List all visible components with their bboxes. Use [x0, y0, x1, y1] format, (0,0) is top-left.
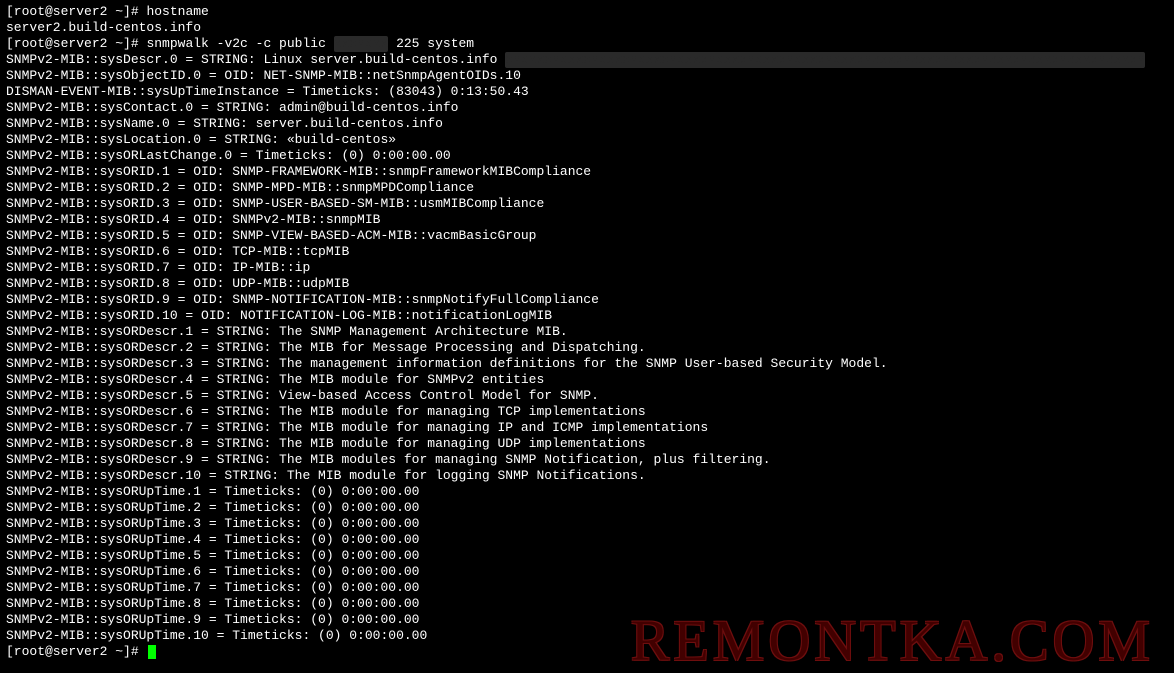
redacted-ip: xxxxxxx: [334, 36, 389, 52]
snmp-line: SNMPv2-MIB::sysORDescr.7 = STRING: The M…: [6, 420, 1168, 436]
snmp-line: SNMPv2-MIB::sysORID.2 = OID: SNMP-MPD-MI…: [6, 180, 1168, 196]
snmp-line: SNMPv2-MIB::sysORDescr.8 = STRING: The M…: [6, 436, 1168, 452]
command-hostname: hostname: [146, 4, 208, 19]
snmp-line: SNMPv2-MIB::sysORDescr.6 = STRING: The M…: [6, 404, 1168, 420]
prompt-line: [root@server2 ~]# snmpwalk -v2c -c publi…: [6, 36, 1168, 52]
snmp-line: SNMPv2-MIB::sysName.0 = STRING: server.b…: [6, 116, 1168, 132]
snmp-text: SNMPv2-MIB::sysDescr.0 = STRING: Linux s…: [6, 52, 505, 67]
snmp-line: SNMPv2-MIB::sysORDescr.1 = STRING: The S…: [6, 324, 1168, 340]
shell-prompt: [root@server2 ~]#: [6, 4, 146, 19]
snmp-line: SNMPv2-MIB::sysORID.3 = OID: SNMP-USER-B…: [6, 196, 1168, 212]
shell-prompt: [root@server2 ~]#: [6, 644, 146, 659]
snmp-line: SNMPv2-MIB::sysORDescr.2 = STRING: The M…: [6, 340, 1168, 356]
snmp-line: SNMPv2-MIB::sysORUpTime.3 = Timeticks: (…: [6, 516, 1168, 532]
snmp-line: SNMPv2-MIB::sysORID.1 = OID: SNMP-FRAMEW…: [6, 164, 1168, 180]
snmp-line: SNMPv2-MIB::sysORLastChange.0 = Timetick…: [6, 148, 1168, 164]
snmp-line: SNMPv2-MIB::sysORUpTime.4 = Timeticks: (…: [6, 532, 1168, 548]
snmp-line: SNMPv2-MIB::sysORID.4 = OID: SNMPv2-MIB:…: [6, 212, 1168, 228]
cursor-icon: [148, 645, 156, 659]
snmp-line: SNMPv2-MIB::sysORUpTime.10 = Timeticks: …: [6, 628, 1168, 644]
command-snmpwalk-b: 225 system: [388, 36, 474, 51]
snmp-line: SNMPv2-MIB::sysObjectID.0 = OID: NET-SNM…: [6, 68, 1168, 84]
snmp-line: SNMPv2-MIB::sysORDescr.3 = STRING: The m…: [6, 356, 1168, 372]
snmp-line: DISMAN-EVENT-MIB::sysUpTimeInstance = Ti…: [6, 84, 1168, 100]
snmp-line: SNMPv2-MIB::sysORUpTime.7 = Timeticks: (…: [6, 580, 1168, 596]
snmp-line: SNMPv2-MIB::sysORUpTime.6 = Timeticks: (…: [6, 564, 1168, 580]
snmp-line: SNMPv2-MIB::sysORUpTime.8 = Timeticks: (…: [6, 596, 1168, 612]
snmp-line: SNMPv2-MIB::sysORID.6 = OID: TCP-MIB::tc…: [6, 244, 1168, 260]
prompt-line: [root@server2 ~]# hostname: [6, 4, 1168, 20]
snmp-line: SNMPv2-MIB::sysORID.10 = OID: NOTIFICATI…: [6, 308, 1168, 324]
snmp-line: SNMPv2-MIB::sysORDescr.10 = STRING: The …: [6, 468, 1168, 484]
snmp-line: SNMPv2-MIB::sysORDescr.9 = STRING: The M…: [6, 452, 1168, 468]
snmp-line: SNMPv2-MIB::sysORID.7 = OID: IP-MIB::ip: [6, 260, 1168, 276]
command-snmpwalk-a: snmpwalk -v2c -c public: [146, 36, 333, 51]
snmp-line: SNMPv2-MIB::sysORDescr.5 = STRING: View-…: [6, 388, 1168, 404]
snmp-line: SNMPv2-MIB::sysORUpTime.1 = Timeticks: (…: [6, 484, 1168, 500]
redacted-kernel: xxxxxxxxxxxxxxxxxxxxxxxxxxxxxxxxxxxxxxxx…: [505, 52, 1145, 68]
snmp-line: SNMPv2-MIB::sysDescr.0 = STRING: Linux s…: [6, 52, 1168, 68]
snmp-line: SNMPv2-MIB::sysORID.5 = OID: SNMP-VIEW-B…: [6, 228, 1168, 244]
shell-prompt: [root@server2 ~]#: [6, 36, 146, 51]
snmp-line: SNMPv2-MIB::sysLocation.0 = STRING: «bui…: [6, 132, 1168, 148]
hostname-output: server2.build-centos.info: [6, 20, 1168, 36]
prompt-line: [root@server2 ~]#: [6, 644, 1168, 660]
terminal-output[interactable]: [root@server2 ~]# hostname server2.build…: [6, 4, 1168, 660]
snmp-line: SNMPv2-MIB::sysORUpTime.5 = Timeticks: (…: [6, 548, 1168, 564]
snmp-line: SNMPv2-MIB::sysContact.0 = STRING: admin…: [6, 100, 1168, 116]
snmp-line: SNMPv2-MIB::sysORUpTime.9 = Timeticks: (…: [6, 612, 1168, 628]
snmp-line: SNMPv2-MIB::sysORID.9 = OID: SNMP-NOTIFI…: [6, 292, 1168, 308]
snmp-line: SNMPv2-MIB::sysORDescr.4 = STRING: The M…: [6, 372, 1168, 388]
snmp-line: SNMPv2-MIB::sysORID.8 = OID: UDP-MIB::ud…: [6, 276, 1168, 292]
snmp-line: SNMPv2-MIB::sysORUpTime.2 = Timeticks: (…: [6, 500, 1168, 516]
